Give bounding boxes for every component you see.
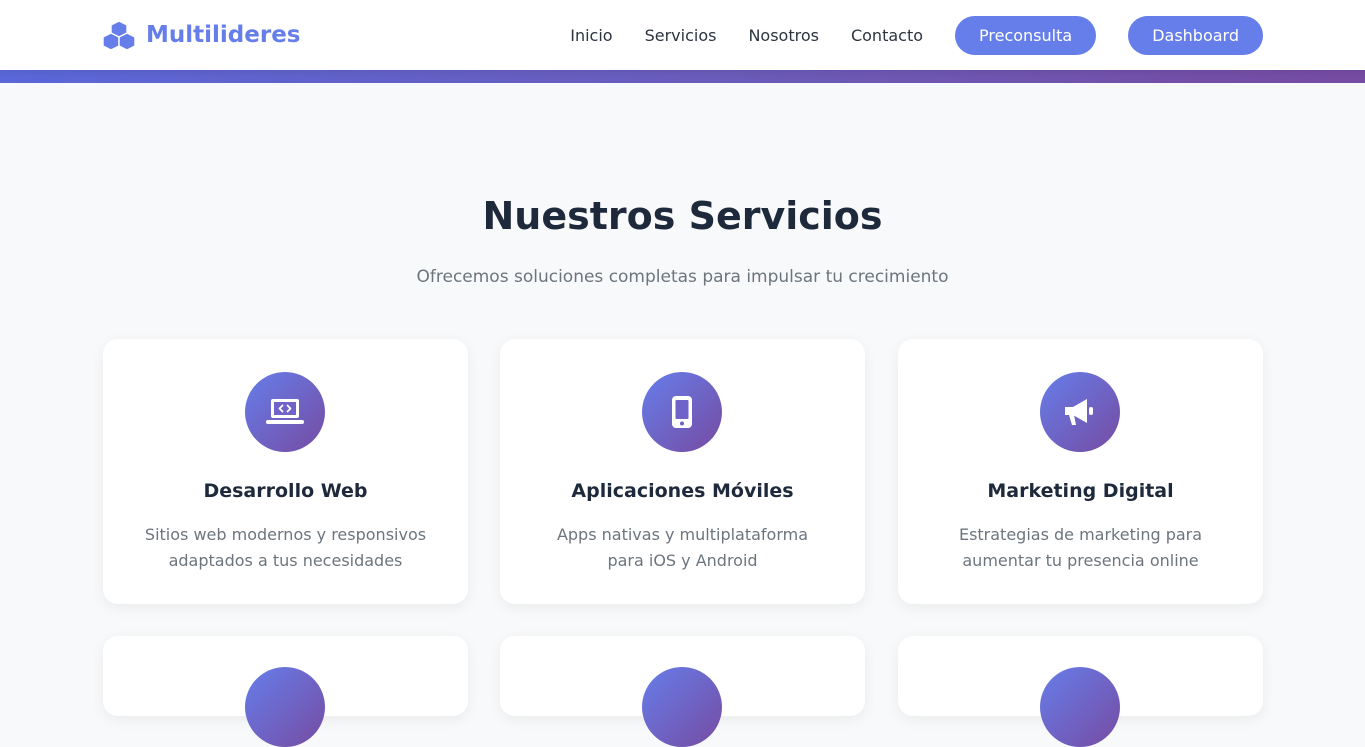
service-card-row2-3 (898, 636, 1263, 747)
hero-gradient-edge (0, 70, 1365, 83)
service-icon-circle (245, 667, 325, 747)
brand-link[interactable]: Multilideres (102, 19, 301, 51)
cubes-logo-icon (102, 20, 136, 50)
service-icon-circle (642, 667, 722, 747)
service-title: Aplicaciones Móviles (571, 480, 794, 502)
services-title: Nuestros Servicios (482, 194, 883, 238)
service-description: Sitios web modernos y responsivos adapta… (144, 525, 427, 570)
nav-link-contacto[interactable]: Contacto (851, 16, 923, 55)
service-icon-circle (642, 372, 722, 452)
service-card-desarrollo-web: Desarrollo Web Sitios web modernos y res… (103, 339, 468, 604)
services-subtitle: Ofrecemos soluciones completas para impu… (416, 267, 949, 287)
service-card-row2-2 (500, 636, 865, 747)
service-icon-circle (1040, 667, 1120, 747)
service-card-aplicaciones-moviles: Aplicaciones Móviles Apps nativas y mult… (500, 339, 865, 604)
nav-link-servicios[interactable]: Servicios (645, 16, 717, 55)
brand-name: Multilideres (146, 22, 301, 48)
service-description: Apps nativas y multiplataforma para iOS … (556, 525, 809, 570)
service-icon-circle (245, 372, 325, 452)
dashboard-button[interactable]: Dashboard (1128, 16, 1263, 55)
nav-links: Inicio Servicios Nosotros Contacto Preco… (570, 16, 1263, 55)
service-icon-circle (1040, 372, 1120, 452)
service-card-row2-1 (103, 636, 468, 747)
service-title: Desarrollo Web (203, 480, 368, 502)
service-description: Estrategias de marketing para aumentar t… (958, 525, 1203, 570)
service-card-marketing-digital: Marketing Digital Estrategias de marketi… (898, 339, 1263, 604)
nav-link-inicio[interactable]: Inicio (570, 16, 612, 55)
laptop-code-icon (266, 399, 304, 424)
megaphone-icon (1065, 399, 1093, 425)
mobile-phone-icon (672, 396, 692, 428)
service-title: Marketing Digital (987, 480, 1174, 502)
navbar: Multilideres Inicio Servicios Nosotros C… (0, 0, 1365, 70)
preconsulta-button[interactable]: Preconsulta (955, 16, 1097, 55)
nav-link-nosotros[interactable]: Nosotros (748, 16, 819, 55)
